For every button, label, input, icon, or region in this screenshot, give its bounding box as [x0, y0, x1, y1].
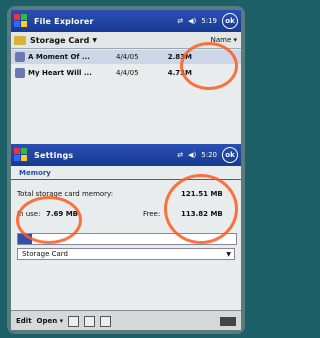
file-date: 4/4/05 [116, 53, 139, 61]
connectivity-icon[interactable]: ⇄ [177, 17, 183, 25]
ok-button[interactable]: ok [222, 13, 238, 29]
annotation-circle-sizes [180, 42, 238, 90]
total-memory-label: Total storage card memory: [17, 190, 114, 198]
chevron-down-icon[interactable]: ▼ [226, 251, 231, 258]
paste-icon[interactable] [84, 315, 96, 327]
location-dropdown[interactable]: Storage Card [30, 36, 89, 45]
file-date: 4/4/05 [116, 69, 139, 77]
start-menu-icon[interactable] [14, 14, 28, 28]
volume-icon[interactable]: ◀) [188, 151, 196, 159]
copy-icon[interactable] [68, 315, 80, 327]
annotation-circle-in-use [16, 196, 82, 244]
file-name: My Heart Will ... [28, 69, 92, 77]
storage-card-select[interactable]: Storage Card ▼ [17, 248, 235, 260]
folder-icon [14, 35, 26, 45]
start-menu-icon[interactable] [14, 148, 28, 162]
settings-title: Settings [34, 150, 74, 160]
explorer-titlebar: File Explorer ⇄ ◀) 5:19 ok [11, 10, 241, 32]
media-file-icon [15, 68, 25, 78]
settings-status: ⇄ ◀) 5:20 ok [177, 147, 241, 163]
volume-icon[interactable]: ◀) [188, 17, 196, 25]
explorer-status: ⇄ ◀) 5:19 ok [177, 13, 241, 29]
free-label: Free: [143, 210, 161, 218]
explorer-clock[interactable]: 5:19 [201, 17, 217, 25]
settings-titlebar: Settings ⇄ ◀) 5:20 ok [11, 144, 241, 166]
edit-menu[interactable]: Edit [16, 317, 32, 325]
media-file-icon [15, 52, 25, 62]
storage-select-value: Storage Card [22, 250, 68, 258]
properties-icon[interactable] [100, 315, 112, 327]
annotation-circle-memory [164, 174, 238, 244]
open-menu[interactable]: Open ▾ [37, 317, 64, 325]
settings-clock[interactable]: 5:20 [201, 151, 217, 159]
connectivity-icon[interactable]: ⇄ [177, 151, 183, 159]
chevron-down-icon[interactable]: ▼ [92, 37, 97, 44]
keyboard-icon[interactable] [220, 316, 236, 326]
menu-bar: Edit Open ▾ [11, 310, 241, 330]
file-name: A Moment Of ... [28, 53, 90, 61]
ok-button[interactable]: ok [222, 147, 238, 163]
explorer-title: File Explorer [34, 16, 94, 26]
